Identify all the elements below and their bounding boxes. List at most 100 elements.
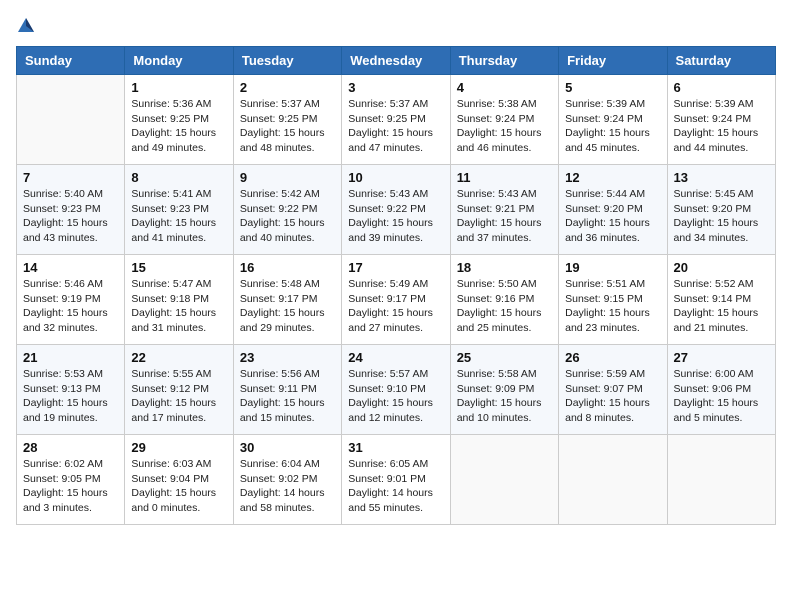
calendar-cell: 24 Sunrise: 5:57 AM Sunset: 9:10 PM Dayli… [342, 345, 450, 435]
weekday-header: Saturday [667, 47, 775, 75]
calendar-cell: 19Sunrise: 5:51 AM Sunset: 9:15 PM Dayli… [559, 255, 667, 345]
calendar-cell: 29 Sunrise: 6:03 AM Sunset: 9:04 PM Dayli… [125, 435, 233, 525]
calendar-cell: 10 Sunrise: 5:43 AM Sunset: 9:22 PM Dayli… [342, 165, 450, 255]
day-number: 16 [240, 260, 335, 275]
calendar-cell: 11 Sunrise: 5:43 AM Sunset: 9:21 PM Dayli… [450, 165, 558, 255]
cell-content: Sunrise: 5:36 AM Sunset: 9:25 PM Dayligh… [131, 97, 226, 156]
calendar-cell: 14Sunrise: 5:46 AM Sunset: 9:19 PM Dayli… [17, 255, 125, 345]
calendar-cell [559, 435, 667, 525]
cell-content: Sunrise: 6:00 AM Sunset: 9:06 PM Dayligh… [674, 367, 769, 426]
cell-content: Sunrise: 5:55 AM Sunset: 9:12 PM Dayligh… [131, 367, 226, 426]
calendar-week-row: 1 Sunrise: 5:36 AM Sunset: 9:25 PM Daylig… [17, 75, 776, 165]
cell-content: Sunrise: 5:45 AM Sunset: 9:20 PM Dayligh… [674, 187, 769, 246]
calendar-week-row: 7 Sunrise: 5:40 AM Sunset: 9:23 PM Daylig… [17, 165, 776, 255]
day-number: 3 [348, 80, 443, 95]
day-number: 31 [348, 440, 443, 455]
calendar-cell: 5 Sunrise: 5:39 AM Sunset: 9:24 PM Daylig… [559, 75, 667, 165]
day-number: 26 [565, 350, 660, 365]
day-number: 15 [131, 260, 226, 275]
cell-content: Sunrise: 5:37 AM Sunset: 9:25 PM Dayligh… [240, 97, 335, 156]
calendar-cell: 13 Sunrise: 5:45 AM Sunset: 9:20 PM Dayli… [667, 165, 775, 255]
cell-content: Sunrise: 5:39 AM Sunset: 9:24 PM Dayligh… [674, 97, 769, 156]
day-number: 22 [131, 350, 226, 365]
calendar-cell: 17Sunrise: 5:49 AM Sunset: 9:17 PM Dayli… [342, 255, 450, 345]
cell-content: Sunrise: 6:05 AM Sunset: 9:01 PM Dayligh… [348, 457, 443, 516]
cell-content: Sunrise: 5:37 AM Sunset: 9:25 PM Dayligh… [348, 97, 443, 156]
cell-content: Sunrise: 5:59 AM Sunset: 9:07 PM Dayligh… [565, 367, 660, 426]
calendar-cell: 23 Sunrise: 5:56 AM Sunset: 9:11 PM Dayli… [233, 345, 341, 435]
day-number: 1 [131, 80, 226, 95]
day-number: 11 [457, 170, 552, 185]
calendar-cell: 22 Sunrise: 5:55 AM Sunset: 9:12 PM Dayli… [125, 345, 233, 435]
day-number: 20 [674, 260, 769, 275]
calendar-cell: 15 Sunrise: 5:47 AM Sunset: 9:18 PM Dayli… [125, 255, 233, 345]
day-number: 21 [23, 350, 118, 365]
calendar-week-row: 14Sunrise: 5:46 AM Sunset: 9:19 PM Dayli… [17, 255, 776, 345]
calendar-cell: 20 Sunrise: 5:52 AM Sunset: 9:14 PM Dayli… [667, 255, 775, 345]
calendar-week-row: 28 Sunrise: 6:02 AM Sunset: 9:05 PM Dayli… [17, 435, 776, 525]
calendar-cell: 8Sunrise: 5:41 AM Sunset: 9:23 PM Daylig… [125, 165, 233, 255]
cell-content: Sunrise: 5:56 AM Sunset: 9:11 PM Dayligh… [240, 367, 335, 426]
calendar-cell: 30 Sunrise: 6:04 AM Sunset: 9:02 PM Dayli… [233, 435, 341, 525]
cell-content: Sunrise: 5:51 AM Sunset: 9:15 PM Dayligh… [565, 277, 660, 336]
cell-content: Sunrise: 5:43 AM Sunset: 9:22 PM Dayligh… [348, 187, 443, 246]
cell-content: Sunrise: 6:02 AM Sunset: 9:05 PM Dayligh… [23, 457, 118, 516]
day-number: 6 [674, 80, 769, 95]
cell-content: Sunrise: 5:47 AM Sunset: 9:18 PM Dayligh… [131, 277, 226, 336]
calendar-cell: 26 Sunrise: 5:59 AM Sunset: 9:07 PM Dayli… [559, 345, 667, 435]
day-number: 29 [131, 440, 226, 455]
cell-content: Sunrise: 5:53 AM Sunset: 9:13 PM Dayligh… [23, 367, 118, 426]
calendar-cell: 7 Sunrise: 5:40 AM Sunset: 9:23 PM Daylig… [17, 165, 125, 255]
day-number: 24 [348, 350, 443, 365]
cell-content: Sunrise: 5:42 AM Sunset: 9:22 PM Dayligh… [240, 187, 335, 246]
cell-content: Sunrise: 5:40 AM Sunset: 9:23 PM Dayligh… [23, 187, 118, 246]
cell-content: Sunrise: 5:50 AM Sunset: 9:16 PM Dayligh… [457, 277, 552, 336]
cell-content: Sunrise: 5:39 AM Sunset: 9:24 PM Dayligh… [565, 97, 660, 156]
calendar-cell [17, 75, 125, 165]
cell-content: Sunrise: 5:57 AM Sunset: 9:10 PM Dayligh… [348, 367, 443, 426]
calendar-cell: 16 Sunrise: 5:48 AM Sunset: 9:17 PM Dayli… [233, 255, 341, 345]
cell-content: Sunrise: 5:48 AM Sunset: 9:17 PM Dayligh… [240, 277, 335, 336]
calendar-cell: 1 Sunrise: 5:36 AM Sunset: 9:25 PM Daylig… [125, 75, 233, 165]
calendar-cell: 25Sunrise: 5:58 AM Sunset: 9:09 PM Dayli… [450, 345, 558, 435]
calendar-cell: 12Sunrise: 5:44 AM Sunset: 9:20 PM Dayli… [559, 165, 667, 255]
calendar-cell: 28 Sunrise: 6:02 AM Sunset: 9:05 PM Dayli… [17, 435, 125, 525]
day-number: 5 [565, 80, 660, 95]
logo [16, 16, 40, 36]
cell-content: Sunrise: 6:03 AM Sunset: 9:04 PM Dayligh… [131, 457, 226, 516]
calendar-header-row: SundayMondayTuesdayWednesdayThursdayFrid… [17, 47, 776, 75]
day-number: 30 [240, 440, 335, 455]
day-number: 18 [457, 260, 552, 275]
calendar-cell [450, 435, 558, 525]
cell-content: Sunrise: 5:44 AM Sunset: 9:20 PM Dayligh… [565, 187, 660, 246]
day-number: 14 [23, 260, 118, 275]
day-number: 10 [348, 170, 443, 185]
weekday-header: Friday [559, 47, 667, 75]
weekday-header: Sunday [17, 47, 125, 75]
calendar-cell: 6 Sunrise: 5:39 AM Sunset: 9:24 PM Daylig… [667, 75, 775, 165]
calendar-cell: 9Sunrise: 5:42 AM Sunset: 9:22 PM Daylig… [233, 165, 341, 255]
calendar-table: SundayMondayTuesdayWednesdayThursdayFrid… [16, 46, 776, 525]
logo-icon [16, 16, 36, 36]
page-header [16, 16, 776, 36]
calendar-cell: 3 Sunrise: 5:37 AM Sunset: 9:25 PM Daylig… [342, 75, 450, 165]
cell-content: Sunrise: 5:43 AM Sunset: 9:21 PM Dayligh… [457, 187, 552, 246]
weekday-header: Tuesday [233, 47, 341, 75]
cell-content: Sunrise: 6:04 AM Sunset: 9:02 PM Dayligh… [240, 457, 335, 516]
cell-content: Sunrise: 5:38 AM Sunset: 9:24 PM Dayligh… [457, 97, 552, 156]
weekday-header: Monday [125, 47, 233, 75]
day-number: 17 [348, 260, 443, 275]
calendar-cell: 2Sunrise: 5:37 AM Sunset: 9:25 PM Daylig… [233, 75, 341, 165]
day-number: 7 [23, 170, 118, 185]
day-number: 13 [674, 170, 769, 185]
calendar-cell: 21 Sunrise: 5:53 AM Sunset: 9:13 PM Dayli… [17, 345, 125, 435]
cell-content: Sunrise: 5:58 AM Sunset: 9:09 PM Dayligh… [457, 367, 552, 426]
calendar-cell: 31 Sunrise: 6:05 AM Sunset: 9:01 PM Dayli… [342, 435, 450, 525]
calendar-cell: 18 Sunrise: 5:50 AM Sunset: 9:16 PM Dayli… [450, 255, 558, 345]
cell-content: Sunrise: 5:52 AM Sunset: 9:14 PM Dayligh… [674, 277, 769, 336]
day-number: 4 [457, 80, 552, 95]
calendar-week-row: 21 Sunrise: 5:53 AM Sunset: 9:13 PM Dayli… [17, 345, 776, 435]
day-number: 28 [23, 440, 118, 455]
weekday-header: Wednesday [342, 47, 450, 75]
day-number: 23 [240, 350, 335, 365]
